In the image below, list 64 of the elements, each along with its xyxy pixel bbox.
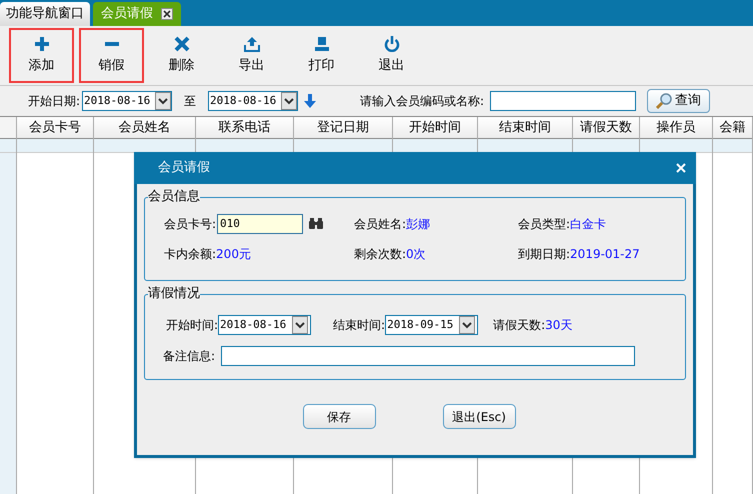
toolbar-button[interactable]: 打印 (289, 28, 354, 83)
field-label: 开始日期: (28, 93, 80, 110)
upload-icon (244, 36, 260, 52)
toolbar-button[interactable]: 导出 (219, 28, 284, 83)
date-dropdown[interactable]: 2018-09-15 (385, 315, 478, 335)
date-dropdown[interactable]: 2018-08-16 (208, 91, 298, 111)
table-cell (573, 139, 639, 153)
caret-icon (281, 92, 298, 110)
field-label: 会员类型: (518, 216, 570, 233)
field-value: 2019-01-27 (570, 246, 640, 263)
column-header[interactable]: 登记日期 (294, 117, 392, 139)
group-title: 会员信息 (148, 189, 200, 205)
field-label: 会员卡号: (164, 216, 216, 233)
field-label: 会员姓名: (354, 216, 406, 233)
column-header[interactable]: 联系电话 (196, 117, 293, 139)
printer-icon (314, 36, 330, 52)
toolbar-button[interactable]: 删除 (149, 28, 214, 83)
field-value: 200元 (216, 246, 251, 263)
table-cell (640, 139, 712, 153)
plus-icon (34, 36, 50, 52)
cross-icon (174, 36, 190, 52)
search-button[interactable]: 查询 (647, 89, 710, 113)
column-header[interactable]: 请假天数 (573, 117, 639, 139)
minus-icon (104, 42, 120, 46)
date-dropdown[interactable]: 2018-08-16 (218, 315, 312, 335)
note-field[interactable] (221, 346, 636, 366)
field-label: 剩余次数: (354, 246, 406, 263)
field-value: 30天 (545, 317, 572, 334)
dialog-button[interactable]: 退出(Esc) (442, 404, 516, 429)
field-label: 备注信息: (163, 348, 216, 365)
search-field[interactable] (490, 91, 636, 111)
date-dropdown[interactable]: 2018-08-16 (82, 91, 172, 111)
field-label: 到期日期: (518, 246, 570, 263)
binoculars-icon (308, 218, 324, 230)
tab[interactable]: 功能导航窗口 (0, 2, 90, 26)
table-cell (713, 139, 752, 153)
power-icon (384, 36, 400, 52)
toolbar-button[interactable]: 添加 (9, 28, 74, 83)
toolbar-button[interactable]: 销假 (79, 28, 144, 83)
field-value: 0次 (406, 246, 426, 263)
caret-icon (459, 316, 476, 334)
field-label: 卡内余额: (164, 246, 216, 263)
field-label: 结束时间: (333, 317, 386, 334)
dialog-title: 会员请假 (158, 159, 210, 178)
caret-icon (292, 316, 308, 334)
down-arrow-icon (304, 94, 316, 108)
field-label: 至 (184, 93, 196, 110)
search-icon (656, 93, 672, 109)
toolbar-button[interactable]: 退出 (359, 28, 424, 83)
column-header[interactable]: 结束时间 (478, 117, 572, 139)
close-icon (676, 163, 686, 173)
field-label: 请输入会员编码或名称: (360, 93, 484, 110)
group-title: 请假情况 (148, 286, 200, 302)
dialog-button[interactable]: 保存 (302, 404, 376, 429)
card-number-field[interactable]: 010 (217, 214, 304, 234)
field-label: 请假天数: (493, 317, 546, 334)
column-header[interactable]: 开始时间 (393, 117, 477, 139)
field-value: 白金卡 (570, 216, 606, 233)
column-header[interactable]: 会员卡号 (17, 117, 93, 139)
field-label: 开始时间: (166, 317, 218, 334)
field-value: 彭娜 (406, 216, 430, 233)
caret-icon (155, 92, 172, 110)
table-cell (0, 139, 16, 153)
close-icon (161, 8, 173, 20)
